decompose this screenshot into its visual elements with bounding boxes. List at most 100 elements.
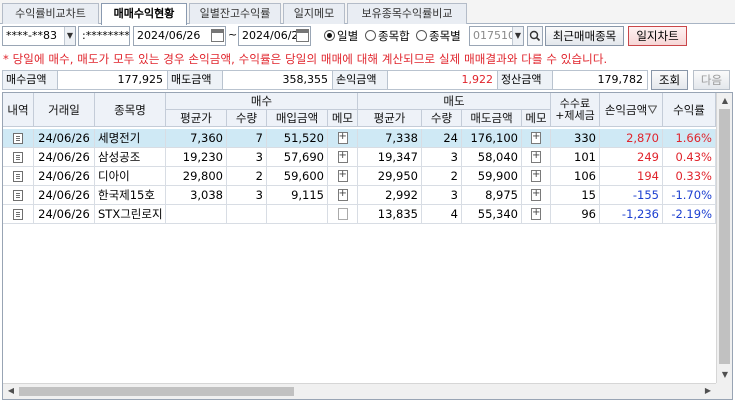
tab-daily-balance-return[interactable]: 일별잔고수익률 bbox=[189, 3, 281, 24]
col-header-buy-qty[interactable]: 수량 bbox=[227, 110, 267, 127]
radio-daily[interactable]: 일별 bbox=[324, 27, 358, 45]
account-select[interactable]: ****-**83 ▼ bbox=[2, 26, 76, 46]
cell-sell-amt: 176,100 bbox=[462, 129, 522, 148]
col-header-buy-avg[interactable]: 평균가 bbox=[166, 110, 227, 127]
tab-journal-memo[interactable]: 일지메모 bbox=[283, 3, 345, 24]
search-icon bbox=[529, 30, 541, 42]
col-header-fee[interactable]: 수수료 +제세금 bbox=[551, 93, 600, 127]
calendar-icon[interactable] bbox=[211, 29, 224, 42]
journal-chart-button[interactable]: 일지차트 bbox=[628, 26, 687, 46]
tab-trade-profit-status[interactable]: 매매수익현황 bbox=[101, 3, 187, 25]
search-button[interactable] bbox=[527, 26, 543, 46]
radio-stock-sum-label: 종목합 bbox=[378, 29, 410, 43]
cell-sell-amt: 59,900 bbox=[462, 167, 522, 186]
sell-memo-cell bbox=[522, 167, 551, 186]
document-icon[interactable] bbox=[13, 152, 23, 163]
document-icon[interactable] bbox=[13, 171, 23, 182]
memo-add-icon[interactable] bbox=[337, 131, 348, 144]
cell-sell-qty: 3 bbox=[422, 186, 462, 205]
col-header-detail[interactable]: 내역 bbox=[3, 93, 34, 127]
col-header-sell-memo[interactable]: 메모 bbox=[522, 110, 551, 127]
radio-stock-sum[interactable]: 종목합 bbox=[365, 27, 410, 45]
memo-add-icon[interactable] bbox=[337, 169, 348, 182]
date-from-input[interactable]: 2024/06/26 bbox=[133, 26, 226, 46]
cell-buy-qty: 7 bbox=[227, 129, 267, 148]
date-separator: ~ bbox=[228, 28, 238, 41]
col-header-sell[interactable]: 매도 bbox=[358, 93, 551, 110]
scroll-up-icon[interactable]: ▲ bbox=[718, 94, 732, 108]
sell-memo-cell bbox=[522, 148, 551, 167]
tab-holding-return-compare[interactable]: 보유종목수익률비교 bbox=[347, 3, 467, 24]
sort-icon[interactable] bbox=[648, 105, 658, 114]
col-header-sell-amount[interactable]: 매도금액 bbox=[462, 110, 522, 127]
col-header-name[interactable]: 종목명 bbox=[95, 93, 166, 127]
cell-buy-avg bbox=[166, 205, 227, 224]
col-header-sell-avg[interactable]: 평균가 bbox=[358, 110, 422, 127]
col-header-profit[interactable]: 손익금액 bbox=[600, 93, 663, 127]
cell-buy-avg: 7,360 bbox=[166, 129, 227, 148]
col-header-buy-amount[interactable]: 매입금액 bbox=[267, 110, 328, 127]
table-row[interactable]: 24/06/26한국제15호3,03839,1152,99238,97515-1… bbox=[3, 186, 716, 205]
table-row[interactable]: 24/06/26세명전기7,360751,520 7,33824176,100 33… bbox=[3, 129, 716, 148]
vertical-scroll-thumb[interactable] bbox=[719, 109, 730, 364]
vertical-scrollbar[interactable]: ▲ ▼ bbox=[716, 93, 732, 383]
memo-add-icon[interactable] bbox=[531, 169, 541, 182]
document-icon[interactable] bbox=[13, 133, 23, 144]
cell-fee: 96 bbox=[551, 205, 600, 224]
memo-add-icon[interactable] bbox=[531, 150, 541, 163]
settle-amount-value: 179,782 bbox=[552, 70, 648, 90]
horizontal-scroll-thumb[interactable] bbox=[19, 387, 294, 396]
col-header-buy-memo[interactable]: 메모 bbox=[328, 110, 358, 127]
calendar-icon[interactable] bbox=[296, 29, 309, 42]
tab-return-compare-chart[interactable]: 수익률비교차트 bbox=[2, 3, 99, 24]
cell-sell-qty: 24 bbox=[422, 129, 462, 148]
memo-add-icon[interactable] bbox=[337, 188, 348, 201]
query-button[interactable]: 조회 bbox=[651, 70, 688, 90]
table-row[interactable]: 24/06/26STX그린로지 13,835455,340 96-1,236-2.1… bbox=[3, 205, 716, 224]
col-header-buy[interactable]: 매수 bbox=[166, 93, 358, 110]
sell-amount-label: 매도금액 bbox=[167, 70, 223, 90]
cell-buy-amt: 59,600 bbox=[267, 167, 328, 186]
chevron-down-icon[interactable]: ▼ bbox=[512, 27, 523, 45]
cell-name: STX그린로지 bbox=[95, 205, 166, 224]
cell-rate: 1.66% bbox=[663, 129, 716, 148]
memo-add-icon[interactable] bbox=[531, 188, 541, 201]
cell-profit: 249 bbox=[600, 148, 663, 167]
memo-add-icon[interactable] bbox=[337, 150, 348, 163]
memo-empty-icon[interactable] bbox=[337, 208, 348, 220]
profit-amount-value: 1,922 bbox=[387, 70, 498, 90]
table-row[interactable]: 24/06/26삼성공조19,230357,69019,347358,04010… bbox=[3, 148, 716, 167]
scroll-down-icon[interactable]: ▼ bbox=[718, 368, 732, 382]
detail-cell[interactable] bbox=[3, 167, 34, 186]
buy-amount-label: 매수금액 bbox=[2, 70, 58, 90]
detail-cell[interactable] bbox=[3, 186, 34, 205]
radio-by-stock[interactable]: 종목별 bbox=[416, 27, 461, 45]
cell-sell-avg: 7,338 bbox=[358, 129, 422, 148]
chevron-down-icon[interactable]: ▼ bbox=[64, 27, 75, 45]
scroll-right-icon[interactable]: ▶ bbox=[701, 384, 715, 398]
password-input[interactable]: :******** bbox=[78, 26, 130, 46]
detail-cell[interactable] bbox=[3, 148, 34, 167]
settle-amount-label: 정산금액 bbox=[497, 70, 553, 90]
scroll-left-icon[interactable]: ◀ bbox=[4, 384, 18, 398]
next-button[interactable]: 다음 bbox=[693, 70, 730, 90]
col-header-rate[interactable]: 수익률 bbox=[663, 93, 716, 127]
detail-cell[interactable] bbox=[3, 205, 34, 224]
document-icon[interactable] bbox=[13, 209, 23, 220]
table-row[interactable]: 24/06/26디아이29,800259,60029,950259,900106… bbox=[3, 167, 716, 186]
col-header-sell-qty[interactable]: 수량 bbox=[422, 110, 462, 127]
radio-checked-icon bbox=[324, 30, 335, 41]
date-to-input[interactable]: 2024/06/26 bbox=[238, 26, 311, 46]
memo-add-icon[interactable] bbox=[531, 207, 541, 220]
cell-fee: 15 bbox=[551, 186, 600, 205]
recent-trades-button[interactable]: 최근매매종목 bbox=[545, 26, 624, 46]
horizontal-scrollbar[interactable]: ◀ ▶ bbox=[3, 383, 732, 399]
cell-rate: 0.43% bbox=[663, 148, 716, 167]
stock-code-input[interactable]: 017510 ▼ bbox=[469, 26, 524, 46]
col-header-date[interactable]: 거래일 bbox=[34, 93, 95, 127]
buy-memo-cell bbox=[328, 205, 358, 224]
memo-add-icon[interactable] bbox=[531, 131, 541, 144]
detail-cell[interactable] bbox=[3, 129, 34, 148]
document-icon[interactable] bbox=[13, 190, 23, 201]
cell-buy-amt: 51,520 bbox=[267, 129, 328, 148]
